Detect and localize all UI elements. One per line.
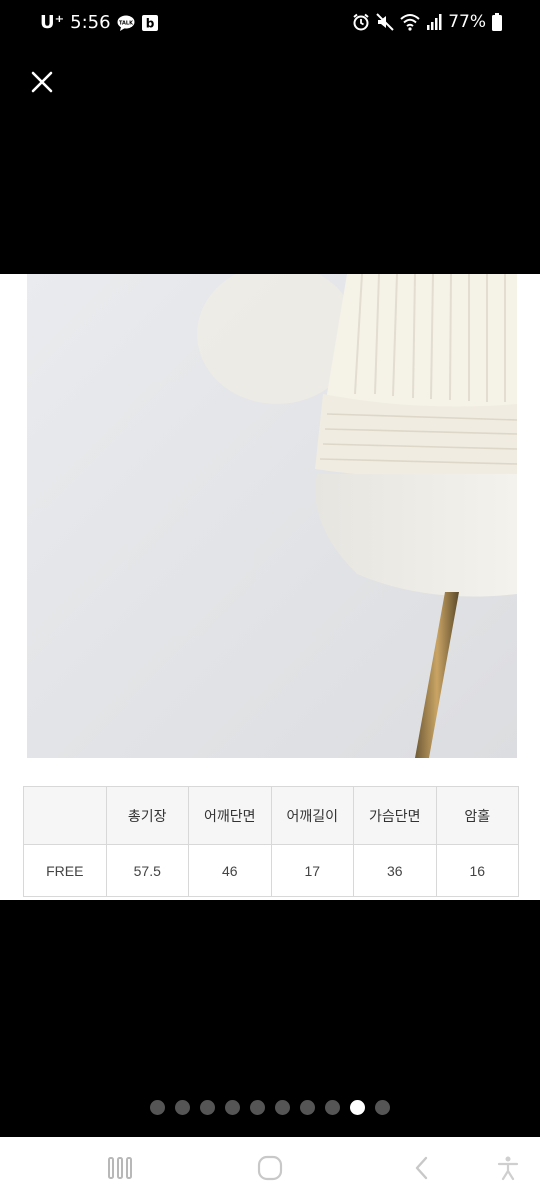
status-bar: U⁺ 5:56 TALK b 77%	[0, 0, 540, 50]
page-dot[interactable]	[325, 1100, 340, 1115]
status-right: 77%	[352, 12, 502, 32]
battery-percent: 77%	[448, 12, 486, 32]
size-table-cell: 46	[188, 844, 272, 897]
pagination-dots	[0, 1100, 540, 1115]
page-dot[interactable]	[375, 1100, 390, 1115]
accessibility-button[interactable]	[488, 1151, 528, 1185]
recent-apps-button[interactable]	[100, 1151, 140, 1185]
size-table-header-cell: 총기장	[105, 786, 189, 845]
size-table-header-cell: 가슴단면	[353, 786, 437, 845]
size-table-header-cell: 어깨단면	[188, 786, 272, 845]
back-button[interactable]	[402, 1151, 442, 1185]
back-icon	[415, 1156, 428, 1180]
product-photo	[27, 274, 517, 758]
close-button[interactable]	[28, 68, 56, 96]
home-icon	[257, 1155, 283, 1181]
size-table: 총기장 어깨단면 어깨길이 가슴단면 암홀 FREE 57.5 46 17 36…	[23, 786, 519, 897]
page-dot[interactable]	[250, 1100, 265, 1115]
talk-icon: TALK	[117, 15, 135, 31]
clock-time: 5:56	[70, 12, 111, 33]
sweater-on-mannequin-image	[27, 274, 517, 758]
size-table-cell: 16	[435, 844, 519, 897]
size-table-header-cell	[23, 786, 107, 845]
accessibility-icon	[497, 1156, 519, 1181]
page-dot[interactable]	[275, 1100, 290, 1115]
size-table-cell: 57.5	[105, 844, 189, 897]
size-table-header-row: 총기장 어깨단면 어깨길이 가슴단면 암홀	[23, 786, 519, 845]
status-left: U⁺ 5:56 TALK b	[40, 12, 159, 33]
alarm-icon	[353, 13, 369, 31]
navigation-bar	[0, 1137, 540, 1200]
recent-apps-icon	[108, 1157, 132, 1179]
product-image-frame[interactable]: 총기장 어깨단면 어깨길이 가슴단면 암홀 FREE 57.5 46 17 36…	[0, 274, 540, 900]
b-icon: b	[141, 14, 158, 31]
page-dot[interactable]	[300, 1100, 315, 1115]
carrier-label: U⁺	[40, 12, 65, 33]
signal-icon	[427, 14, 442, 30]
page-dot[interactable]	[175, 1100, 190, 1115]
battery-icon	[492, 13, 502, 31]
page-dot[interactable]	[200, 1100, 215, 1115]
page-dot-active[interactable]	[350, 1100, 365, 1115]
close-icon	[31, 71, 53, 93]
size-table-cell: 17	[270, 844, 354, 897]
page-dot[interactable]	[150, 1100, 165, 1115]
wifi-icon	[400, 14, 420, 31]
size-table-header-cell: 암홀	[435, 786, 519, 845]
mute-icon	[376, 13, 394, 31]
svg-text:b: b	[145, 16, 154, 30]
size-table-cell: FREE	[23, 844, 107, 897]
svg-text:TALK: TALK	[119, 20, 134, 26]
size-table-cell: 36	[353, 844, 437, 897]
page-dot[interactable]	[225, 1100, 240, 1115]
size-table-row: FREE 57.5 46 17 36 16	[23, 844, 519, 897]
size-table-header-cell: 어깨길이	[270, 786, 354, 845]
home-button[interactable]	[250, 1151, 290, 1185]
